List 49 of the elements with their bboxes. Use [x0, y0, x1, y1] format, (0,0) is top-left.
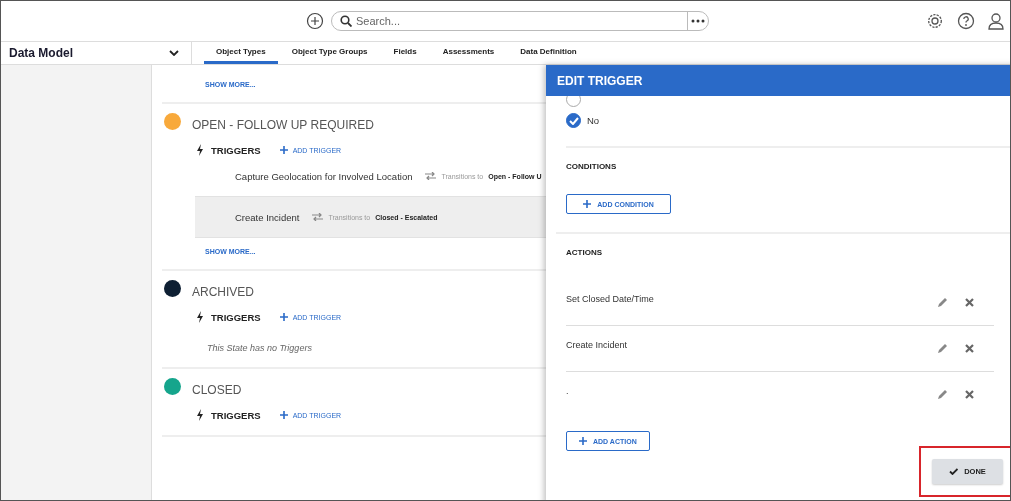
pencil-icon [937, 297, 948, 308]
swap-arrows-icon [425, 172, 437, 180]
radio-label: No [587, 115, 600, 126]
lightning-icon [196, 311, 204, 323]
section-heading: ACTIONS [566, 248, 603, 257]
delete-icon [965, 298, 974, 307]
plus-icon [279, 313, 288, 321]
triggers-label: TRIGGERS [211, 144, 261, 156]
panel-title: EDIT TRIGGER [557, 73, 643, 88]
lightning-icon [196, 144, 204, 156]
state-title: OPEN - FOLLOW UP REQUIRED [192, 118, 374, 132]
search-field[interactable]: Search... [356, 15, 683, 27]
nav-tab[interactable]: Fields [381, 42, 429, 64]
help-icon [957, 12, 975, 30]
triggers-label: TRIGGERS [211, 409, 261, 421]
model-selector[interactable]: Data Model [1, 42, 192, 64]
more-icon [691, 19, 705, 23]
search-icon [340, 15, 352, 27]
delete-icon [965, 344, 974, 353]
swap-arrows-icon [312, 213, 324, 221]
nav-tab[interactable]: Data Definition [508, 42, 589, 64]
chevron-down-icon [169, 50, 179, 56]
nav-tab[interactable]: Object Type Groups [279, 42, 380, 64]
state-title: ARCHIVED [192, 285, 254, 299]
plus-icon [579, 437, 587, 445]
trigger-name: Create Incident [235, 211, 300, 223]
trigger-name: Capture Geolocation for Involved Location [235, 170, 413, 182]
state-title: CLOSED [192, 383, 242, 397]
plus-icon [279, 411, 288, 419]
pencil-icon [937, 389, 948, 400]
action-name: . [566, 385, 570, 396]
nav-tab[interactable]: Assessments [430, 42, 507, 64]
check-icon [949, 468, 959, 475]
pencil-icon [937, 343, 948, 354]
delete-icon [965, 390, 974, 399]
check-icon [568, 116, 579, 125]
triggers-label: TRIGGERS [211, 311, 261, 323]
radio-button[interactable] [566, 96, 581, 107]
action-name: Create Incident [566, 339, 629, 350]
settings-icon [926, 12, 944, 30]
empty-message: This State has no Triggers [207, 343, 312, 353]
action-name: Set Closed Date/Time [566, 293, 655, 304]
radio-button[interactable] [566, 113, 581, 128]
plus-icon [279, 146, 288, 154]
lightning-icon [196, 409, 204, 421]
plus-icon [583, 200, 592, 208]
section-heading: CONDITIONS [566, 162, 618, 171]
add-icon [306, 12, 324, 30]
user-icon [988, 12, 1004, 30]
